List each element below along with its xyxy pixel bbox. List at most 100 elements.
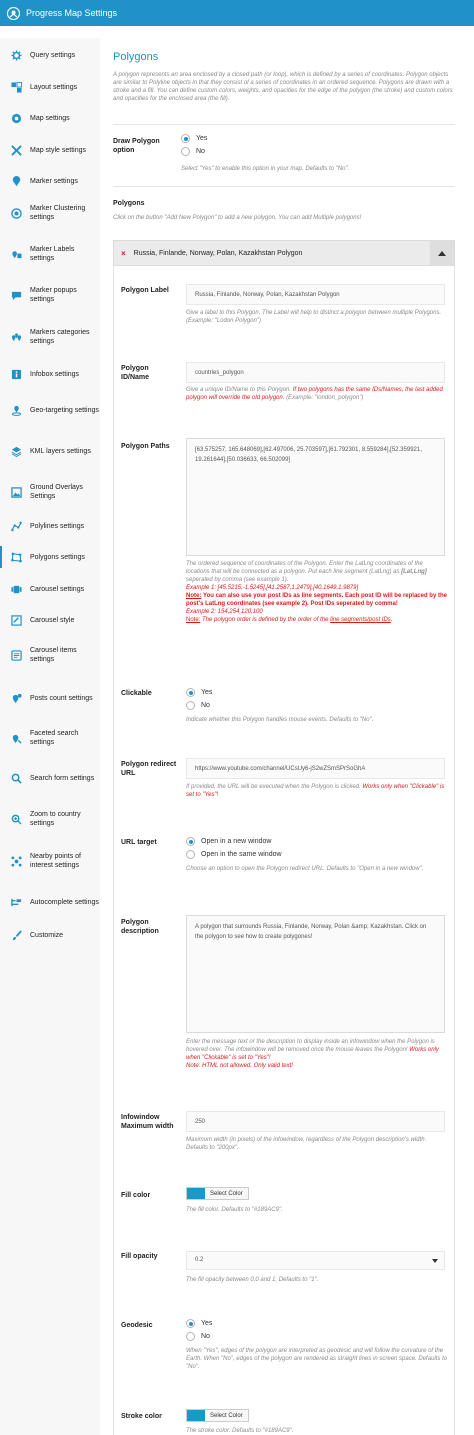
map-settings-icon <box>10 112 22 124</box>
radio-button[interactable] <box>186 850 195 859</box>
polygon-panel-title: Russia, Finlande, Norway, Polan, Kazakhs… <box>133 249 303 257</box>
geodesic-no-option[interactable]: No <box>186 1332 210 1341</box>
sidebar-item-label: Marker popups settings <box>30 287 77 303</box>
option-label: No <box>201 1333 210 1340</box>
sidebar-item-carousel-items-settings[interactable]: Carousel items settings <box>0 644 100 666</box>
collapse-toggle-button[interactable] <box>430 241 454 265</box>
sidebar-item-carousel-style[interactable]: Carousel style <box>0 609 100 631</box>
sidebar-item-polylines-settings[interactable]: Polylines settings <box>0 515 100 537</box>
sidebar-item-marker-popups-settings[interactable]: Marker popups settings <box>0 284 100 306</box>
remove-polygon-icon[interactable]: × <box>121 249 126 258</box>
brush-icon <box>10 929 22 941</box>
option-label: No <box>201 702 210 709</box>
stroke-color-picker-button[interactable]: Select Color <box>186 1409 249 1422</box>
sidebar-item-geo-targeting-settings[interactable]: Geo-targeting settings <box>0 399 100 421</box>
option-label: Yes <box>201 1320 213 1327</box>
url-target-same-window-option[interactable]: Open in the same window <box>186 850 282 859</box>
sidebar-item-posts-count-settings[interactable]: Posts count settings <box>0 687 100 709</box>
fill-opacity-help: The fill opacity between 0.0 and 1. Defa… <box>186 1277 319 1283</box>
sidebar-item-ground-overlays-settings[interactable]: Ground Overlays Settings <box>0 481 100 503</box>
sidebar-item-markers-categories-settings[interactable]: Markers categories settings <box>0 326 100 348</box>
selected-value: 0.2 <box>195 1257 204 1263</box>
geodesic-yes-option[interactable]: Yes <box>186 1319 212 1328</box>
draw-polygon-yes-option[interactable]: Yes <box>181 134 207 143</box>
option-label: No <box>196 148 205 155</box>
polygons-help: Click on the button "Add New Polygon" to… <box>113 215 362 221</box>
sidebar-item-marker-labels-settings[interactable]: Marker Labels settings <box>0 243 100 265</box>
polygon-label-label: Polygon Label <box>121 287 169 294</box>
faceted-search-icon <box>10 732 22 744</box>
polyline-icon <box>10 520 22 532</box>
radio-button[interactable] <box>186 1319 195 1328</box>
draw-polygon-no-option[interactable]: No <box>181 147 205 156</box>
sidebar-item-label: Map style settings <box>30 146 87 154</box>
polygon-label-input[interactable]: Russia, Finlande, Norway, Polan, Kazakhs… <box>186 284 445 305</box>
sidebar-item-faceted-search-settings[interactable]: Faceted search settings <box>0 727 100 749</box>
sidebar-item-marker-settings[interactable]: Marker settings <box>0 170 100 192</box>
sidebar-item-map-style-settings[interactable]: Map style settings <box>0 139 100 161</box>
gear-icon <box>10 49 22 61</box>
polygon-id-input[interactable]: countries_polygon <box>186 362 445 383</box>
url-target-new-window-option[interactable]: Open in a new window <box>186 837 271 846</box>
radio-button[interactable] <box>186 1332 195 1341</box>
sidebar-item-nearby-points-of-interest-settings[interactable]: Nearby points of interest settings <box>0 850 100 872</box>
settings-sidebar: Query settings Layout settings Map setti… <box>0 38 100 1435</box>
sidebar-item-label: Geo-targeting settings <box>30 406 99 414</box>
sidebar-item-label: Nearby points of interest settings <box>30 853 81 869</box>
sidebar-item-label: Query settings <box>30 51 76 59</box>
redirect-url-label: Polygon redirect URL <box>121 761 177 777</box>
clickable-no-option[interactable]: No <box>186 701 210 710</box>
sidebar-item-infobox-settings[interactable]: Infobox settings <box>0 363 100 385</box>
fill-color-picker-button[interactable]: Select Color <box>186 1187 249 1200</box>
cluster-icon <box>10 207 22 219</box>
sidebar-item-polygons-settings[interactable]: Polygons settings <box>0 546 100 568</box>
sidebar-item-map-settings[interactable]: Map settings <box>0 107 100 129</box>
sidebar-item-query-settings[interactable]: Query settings <box>0 44 100 66</box>
infobox-icon <box>10 368 22 380</box>
sidebar-item-label: Search form settings <box>30 774 95 782</box>
sidebar-item-carousel-settings[interactable]: Carousel settings <box>0 578 100 600</box>
color-swatch <box>187 1188 205 1199</box>
help-text: seperated by comma (see example 1). <box>186 577 289 583</box>
radio-button[interactable] <box>186 837 195 846</box>
marker-label-icon <box>10 248 22 260</box>
help-text: Enter the message text or the descriptio… <box>186 1039 435 1053</box>
polygon-paths-textarea[interactable]: [63.575257, 165.648069],[62.497006, 25.7… <box>186 438 445 556</box>
note-link: line segments/post IDs <box>330 617 391 623</box>
select-color-label: Select Color <box>210 1190 243 1197</box>
zoom-country-icon <box>10 813 22 825</box>
note-text: The polygon order is defined by the orde… <box>202 617 329 623</box>
sidebar-item-label: Carousel style <box>30 616 75 624</box>
sidebar-item-kml-layers-settings[interactable]: KML layers settings <box>0 440 100 462</box>
overlay-icon <box>10 486 22 498</box>
polygon-panel-header[interactable]: × Russia, Finlande, Norway, Polan, Kazak… <box>113 240 455 266</box>
sidebar-item-zoom-to-country-settings[interactable]: Zoom to country settings <box>0 808 100 830</box>
sidebar-item-label: Polylines settings <box>30 522 85 530</box>
infowindow-width-input[interactable]: 250 <box>186 1111 445 1132</box>
example-2: Example 2: 154,254,120,100 <box>186 609 263 615</box>
app-header: Progress Map Settings <box>0 0 474 26</box>
polygon-description-textarea[interactable]: A polygon that surrounds Russia, Finland… <box>186 915 445 1033</box>
clickable-yes-option[interactable]: Yes <box>186 688 212 697</box>
sidebar-item-marker-clustering-settings[interactable]: Marker Clustering settings <box>0 202 100 224</box>
help-text: If provided, the URL will be executed wh… <box>186 784 361 790</box>
radio-button[interactable] <box>186 701 195 710</box>
redirect-url-input[interactable]: https://www.youtube.com/channel/UCsUy6-j… <box>186 758 445 779</box>
help-example: (Example: "london_polygon") <box>286 395 364 401</box>
sidebar-item-autocomplete-settings[interactable]: Autocomplete settings <box>0 891 100 913</box>
categories-icon <box>10 331 22 343</box>
sidebar-item-label: Marker Clustering settings <box>30 205 86 221</box>
geodesic-label: Geodesic <box>121 1322 153 1329</box>
radio-button[interactable] <box>186 688 195 697</box>
sidebar-item-search-form-settings[interactable]: Search form settings <box>0 767 100 789</box>
sidebar-item-layout-settings[interactable]: Layout settings <box>0 76 100 98</box>
fill-opacity-select[interactable]: 0.2 <box>186 1251 445 1270</box>
note-text: You can also use your post IDs as line s… <box>186 593 447 607</box>
radio-button[interactable] <box>181 134 190 143</box>
geodesic-help: When "Yes", edges of the polygon are int… <box>186 1348 448 1370</box>
page-title: Polygons <box>113 51 159 63</box>
radio-button[interactable] <box>181 147 190 156</box>
geo-target-icon <box>10 404 22 416</box>
sidebar-item-label: Marker Labels settings <box>30 246 75 262</box>
sidebar-item-customize[interactable]: Customize <box>0 924 100 946</box>
